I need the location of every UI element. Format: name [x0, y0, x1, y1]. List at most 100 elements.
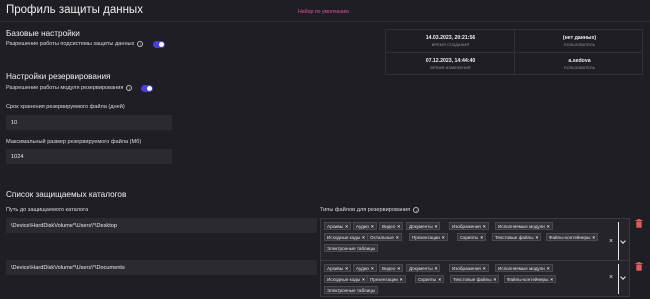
info-icon[interactable]: i	[137, 41, 144, 47]
tag-label: Файлы-контейнеры	[549, 235, 591, 240]
tag-label: Документы	[409, 266, 433, 271]
tag-label: Электронные таблицы	[327, 288, 376, 293]
modified-value: 07.12.2023, 14:44:40	[425, 58, 476, 64]
tag-chip: Исполняемые модули ×	[495, 222, 553, 230]
path-column-label: Путь до защищаемого каталога	[6, 207, 89, 213]
page-title: Профиль защиты данных	[6, 4, 143, 16]
tag-label: Текстовые файлы	[495, 235, 534, 240]
tag-label: Исходные коды	[327, 277, 361, 282]
toggle-knob	[147, 86, 152, 91]
remove-tag-icon[interactable]: ×	[345, 266, 348, 271]
remove-tag-icon[interactable]: ×	[435, 224, 438, 229]
remove-tag-icon[interactable]: ×	[483, 266, 486, 271]
types-column-label: Типы файлов для резервирования	[320, 207, 411, 213]
modifier-label: ПОЛЬЗОВАТЕЛЬ	[563, 66, 596, 70]
catalog-path-input[interactable]: \Device\HardDiskVolume*\Users\*\Document…	[6, 260, 317, 275]
modified-cell: 07.12.2023, 14:44:40 ВРЕМЯ ИЗМЕНЕНИЯ	[386, 53, 515, 76]
tag-label: Презентации	[370, 277, 398, 282]
default-set-badge: Набор по умолчанию	[298, 9, 349, 15]
backup-settings-heading: Настройки резервирования	[6, 72, 111, 81]
remove-tag-icon[interactable]: ×	[345, 224, 348, 229]
tag-chip: Аудио ×	[353, 264, 377, 272]
tag-label: Презентации	[412, 235, 440, 240]
tag-chip: Файлы-контейнеры ×	[504, 275, 557, 283]
tag-label: Видео	[382, 224, 396, 229]
tag-label: Скрипты	[418, 277, 437, 282]
tag-label: Аудио	[356, 224, 369, 229]
delete-row-icon[interactable]	[635, 219, 643, 228]
clear-icon[interactable]: ×	[609, 274, 613, 281]
backup-allow-label: Разрешение работы модуля резервирования	[6, 85, 124, 91]
remove-tag-icon[interactable]: ×	[435, 266, 438, 271]
tag-chip: Исходные коды ×	[324, 233, 368, 241]
creator-value: (нет данных)	[562, 35, 597, 41]
tag-label: Исходные коды	[327, 235, 361, 240]
retention-input[interactable]: 10	[6, 115, 172, 130]
tag-label: Аудио	[356, 266, 369, 271]
tag-chip: Исходные коды ×	[324, 275, 368, 283]
remove-tag-icon[interactable]: ×	[400, 277, 403, 282]
control-separator	[618, 264, 619, 294]
tag-label: Изображения	[452, 266, 481, 271]
remove-tag-icon[interactable]: ×	[371, 224, 374, 229]
retention-label: Срок хранения резервируемого файла (дней…	[6, 104, 125, 110]
backup-allow-row: Разрешение работы модуля резервирования …	[6, 85, 133, 91]
remove-tag-icon[interactable]: ×	[480, 235, 483, 240]
backup-allow-toggle[interactable]	[141, 85, 153, 92]
tag-label: Остальные	[370, 235, 394, 240]
info-icon[interactable]: i	[413, 207, 420, 213]
remove-tag-icon[interactable]: ×	[371, 266, 374, 271]
header-divider	[0, 21, 650, 22]
remove-tag-icon[interactable]: ×	[442, 235, 445, 240]
remove-tag-icon[interactable]: ×	[396, 235, 399, 240]
remove-tag-icon[interactable]: ×	[547, 266, 550, 271]
clear-icon[interactable]: ×	[609, 238, 613, 245]
delete-row-icon[interactable]	[635, 262, 643, 271]
remove-tag-icon[interactable]: ×	[550, 277, 553, 282]
tag-chip: Исполняемые модули ×	[495, 264, 553, 272]
remove-tag-icon[interactable]: ×	[494, 277, 497, 282]
tag-label: Исполняемые модули	[498, 266, 545, 271]
remove-tag-icon[interactable]: ×	[592, 235, 595, 240]
tag-chip: Текстовые файлы ×	[492, 233, 542, 241]
created-label: ВРЕМЯ СОЗДАНИЯ	[431, 43, 470, 47]
remove-tag-icon[interactable]: ×	[483, 224, 486, 229]
control-separator	[618, 222, 619, 264]
info-icon[interactable]: i	[126, 85, 133, 91]
tag-label: Документы	[409, 224, 433, 229]
remove-tag-icon[interactable]: ×	[536, 235, 539, 240]
chevron-down-icon[interactable]	[620, 238, 626, 244]
remove-tag-icon[interactable]: ×	[397, 224, 400, 229]
max-size-input[interactable]: 1024	[6, 149, 172, 164]
basic-allow-row: Разрешение работы подсистемы защиты данн…	[6, 41, 144, 47]
tag-chip: Документы ×	[406, 222, 441, 230]
tag-chip: Видео ×	[379, 222, 404, 230]
tag-label: Архивы	[327, 224, 344, 229]
chevron-down-icon[interactable]	[620, 274, 626, 280]
remove-tag-icon[interactable]: ×	[547, 224, 550, 229]
modifier-value: a.sedova	[568, 58, 591, 64]
tag-chip: Файлы-контейнеры ×	[546, 233, 599, 241]
modifier-cell: a.sedova ПОЛЬЗОВАТЕЛЬ	[515, 53, 644, 76]
created-cell: 14.03.2023, 20:21:56 ВРЕМЯ СОЗДАНИЯ	[386, 30, 515, 53]
types-column-header: Типы файлов для резервирования i	[320, 207, 420, 213]
file-types-controls: ×	[606, 260, 630, 297]
tag-label: Электронные таблицы	[327, 246, 376, 251]
tag-chip: Электронные таблицы	[324, 244, 379, 252]
tag-label: Изображения	[452, 224, 481, 229]
catalog-path-input[interactable]: \Device\HardDiskVolume*\Users\*\Desktop	[6, 218, 317, 233]
tag-chip: Презентации ×	[367, 275, 406, 283]
remove-tag-icon[interactable]: ×	[362, 235, 365, 240]
file-types-select[interactable]: Архивы × Аудио × Видео × Документы × Изображ…	[320, 260, 617, 297]
tag-chip: Изображения ×	[449, 264, 489, 272]
tag-label: Исполняемые модули	[498, 224, 545, 229]
remove-tag-icon[interactable]: ×	[438, 277, 441, 282]
tag-chip: Скрипты ×	[457, 233, 487, 241]
remove-tag-icon[interactable]: ×	[362, 277, 365, 282]
basic-allow-toggle[interactable]	[153, 41, 165, 48]
tag-label: Файлы-контейнеры	[507, 277, 549, 282]
tag-label: Текстовые файлы	[453, 277, 492, 282]
tag-chip: Документы ×	[406, 264, 441, 272]
remove-tag-icon[interactable]: ×	[397, 266, 400, 271]
tag-label: Видео	[382, 266, 396, 271]
